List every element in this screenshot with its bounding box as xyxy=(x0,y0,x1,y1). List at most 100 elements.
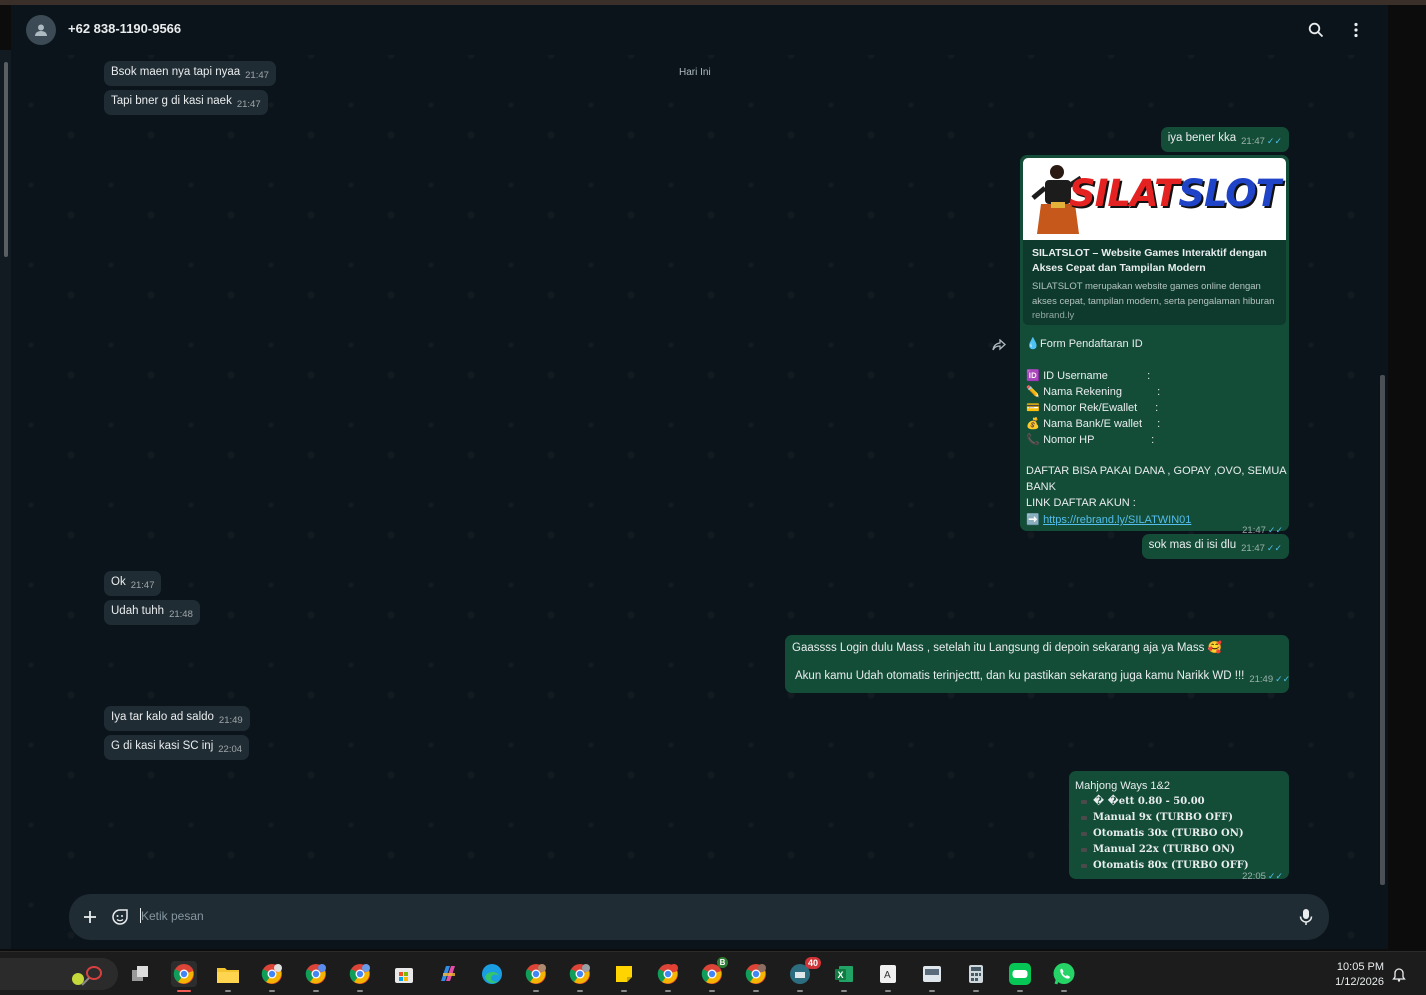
whatsapp-window: +62 838-1190-9566 Hari Ini Bsok maen nya… xyxy=(0,0,1426,995)
left-scrollbar[interactable] xyxy=(4,62,8,257)
incoming-message[interactable]: G di kasi kasi SC inj 22:04 xyxy=(104,735,250,760)
message-time: 21:49 xyxy=(1249,674,1274,685)
chrome-profile-icon[interactable] xyxy=(567,961,593,992)
message-time: 21:49 xyxy=(218,715,243,726)
person-icon xyxy=(35,24,47,36)
microsoft-store-icon[interactable] xyxy=(391,961,417,987)
line-app-icon[interactable] xyxy=(1007,961,1033,992)
calculator-icon[interactable] xyxy=(963,961,989,992)
incoming-message[interactable]: Iya tar kalo ad saldo 21:49 xyxy=(104,706,250,731)
field-label: Nomor HP xyxy=(1043,434,1095,446)
search-icon[interactable] xyxy=(1305,19,1327,41)
chrome-profile-icon[interactable] xyxy=(523,961,549,992)
form-field: 📞 Nomor HP: xyxy=(1026,433,1154,446)
double-check-icon: ✓✓ xyxy=(1266,136,1282,146)
field-sep: : xyxy=(1157,418,1161,430)
chat-scrollbar[interactable] xyxy=(1380,375,1385,885)
microphone-icon[interactable] xyxy=(1297,907,1315,927)
chrome-profile-icon[interactable] xyxy=(259,961,285,992)
mahjong-message[interactable]: Mahjong Ways 1&2 � �ett 0.80 - 50.00 Man… xyxy=(1069,771,1289,882)
form-field: ✏️ Nama Rekening: xyxy=(1026,385,1160,398)
id-card-icon: 🆔 xyxy=(1026,370,1040,382)
chrome-profile-icon[interactable] xyxy=(655,961,681,992)
link-line: ➡️ https://rebrand.ly/SILATWIN01 xyxy=(1026,513,1191,526)
message-text: iya bener kka xyxy=(1167,132,1237,144)
outgoing-message[interactable]: Gaassss Login dulu Mass , setelah itu La… xyxy=(785,635,1290,693)
notification-bell-icon[interactable] xyxy=(1392,966,1406,982)
whatsapp-taskbar-icon[interactable] xyxy=(1051,961,1077,992)
mahjong-line: � �ett 0.80 - 50.00 xyxy=(1093,796,1205,807)
silatslot-logo-image: SILATSLOT xyxy=(1023,158,1286,240)
system-clock[interactable]: 10:05 PM 1/12/2026 xyxy=(1322,960,1384,990)
menu-dots-icon[interactable] xyxy=(1345,19,1367,41)
edge-icon[interactable] xyxy=(479,961,505,987)
registration-link[interactable]: https://rebrand.ly/SILATWIN01 xyxy=(1043,514,1191,526)
message-text: Ok xyxy=(111,576,126,588)
date-chip: Hari Ini xyxy=(673,65,717,80)
message-time: 21:47 xyxy=(1241,543,1265,554)
profile-badge: B xyxy=(717,957,728,968)
taskbar-search-widget[interactable] xyxy=(0,958,118,990)
incoming-message[interactable]: Ok 21:47 xyxy=(104,571,162,596)
field-sep: : xyxy=(1147,370,1151,382)
chrome-profile-icon[interactable] xyxy=(347,961,373,992)
sticker-icon[interactable] xyxy=(111,908,129,926)
task-view-icon[interactable] xyxy=(127,961,153,987)
message-text: Tapi bner g di kasi naek xyxy=(111,95,232,107)
clock-time: 10:05 PM xyxy=(1336,961,1384,973)
game-app-icon[interactable]: 40 xyxy=(787,957,821,992)
message-text: Bsok maen nya tapi nyaa xyxy=(111,66,241,78)
daftar-line: BANK xyxy=(1026,481,1056,493)
notification-badge: 40 xyxy=(804,957,821,969)
forward-icon[interactable] xyxy=(989,335,1009,355)
logo-text-right: SLOT xyxy=(1178,172,1281,215)
link-preview[interactable]: SILATSLOT SILATSLOT – Website Games Inte… xyxy=(1023,158,1286,325)
outgoing-message[interactable]: iya bener kka 21:47 ✓✓ xyxy=(1160,127,1289,152)
bullet-icon xyxy=(1081,832,1087,836)
bullet-icon xyxy=(1081,816,1087,820)
mahjong-line: Otomatis 80x (TURBO OFF) xyxy=(1093,860,1249,871)
field-label: Nama Rekening xyxy=(1043,386,1122,398)
chrome-profile-icon[interactable] xyxy=(743,961,769,992)
message-text: Gaassss Login dulu Mass , setelah itu La… xyxy=(792,642,1205,654)
clock-date: 1/12/2026 xyxy=(1335,976,1384,988)
logo-wordmark: SILATSLOT xyxy=(1069,172,1281,215)
message-text: G di kasi kasi SC inj xyxy=(111,740,214,752)
incoming-message[interactable]: Bsok maen nya tapi nyaa 21:47 xyxy=(104,61,276,86)
window-app-icon[interactable] xyxy=(919,961,945,992)
daftar-line: DAFTAR BISA PAKAI DANA , GOPAY ,OVO, SEM… xyxy=(1026,465,1287,477)
form-field: 💰 Nama Bank/E wallet: xyxy=(1026,417,1160,430)
sticky-notes-icon[interactable] xyxy=(611,961,637,992)
message-text: Akun kamu Udah otomatis terinjecttt, dan… xyxy=(795,670,1245,682)
money-bag-icon: 💰 xyxy=(1026,418,1040,430)
tennis-icon xyxy=(72,966,102,986)
message-input[interactable]: Ketik pesan xyxy=(141,909,204,923)
chrome-profile-icon[interactable] xyxy=(303,961,329,992)
preview-domain: rebrand.ly xyxy=(1032,310,1075,321)
promo-message[interactable]: SILATSLOT SILATSLOT – Website Games Inte… xyxy=(1020,155,1289,536)
double-check-icon: ✓✓ xyxy=(1266,543,1282,553)
chat-header: +62 838-1190-9566 xyxy=(11,5,1388,55)
outgoing-message[interactable]: sok mas di isi dlu 21:47 ✓✓ xyxy=(1141,534,1289,559)
message-time: 22:05 xyxy=(1242,871,1266,882)
incoming-message[interactable]: Udah tuhh 21:48 xyxy=(104,600,200,625)
incoming-message[interactable]: Tapi bner g di kasi naek 21:47 xyxy=(104,90,268,115)
message-text-line: Akun kamu Udah otomatis terinjecttt, dan… xyxy=(792,670,1290,685)
phone-icon: 📞 xyxy=(1026,434,1040,446)
chrome-profile-icon[interactable]: B xyxy=(699,957,728,992)
preview-description: SILATSLOT merupakan website games online… xyxy=(1032,281,1275,307)
avatar[interactable] xyxy=(26,15,56,45)
message-text: sok mas di isi dlu xyxy=(1148,539,1237,551)
text-editor-icon[interactable]: A xyxy=(875,961,901,992)
message-time: 21:48 xyxy=(169,609,193,620)
copilot-icon[interactable] xyxy=(435,961,461,987)
double-check-icon: ✓✓ xyxy=(1275,674,1291,684)
bullet-icon xyxy=(1081,848,1087,852)
form-title-line: 💧Form Pendaftaran ID xyxy=(1026,337,1143,350)
contact-name[interactable]: +62 838-1190-9566 xyxy=(68,21,181,36)
chrome-taskbar-icon[interactable] xyxy=(171,961,197,992)
excel-icon[interactable]: X xyxy=(831,961,857,992)
mahjong-title: Mahjong Ways 1&2 xyxy=(1075,780,1170,792)
plus-icon[interactable] xyxy=(81,908,99,926)
file-explorer-icon[interactable] xyxy=(215,961,241,992)
